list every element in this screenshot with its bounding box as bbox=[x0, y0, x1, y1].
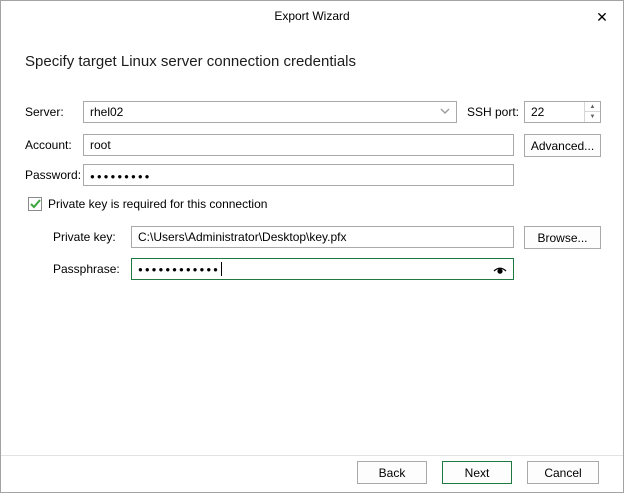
footer-divider bbox=[1, 455, 623, 456]
password-input[interactable] bbox=[83, 164, 514, 186]
ssh-port-spinner: ▲ ▼ bbox=[524, 101, 601, 123]
titlebar: Export Wizard ✕ bbox=[1, 1, 623, 31]
private-key-input[interactable] bbox=[131, 226, 514, 248]
cancel-button[interactable]: Cancel bbox=[527, 461, 599, 484]
export-wizard-dialog: Export Wizard ✕ Specify target Linux ser… bbox=[0, 0, 624, 493]
server-label: Server: bbox=[25, 105, 64, 119]
server-combobox[interactable]: rhel02 bbox=[83, 101, 457, 123]
reveal-password-eye-icon[interactable] bbox=[492, 262, 508, 278]
spinner-buttons: ▲ ▼ bbox=[584, 102, 600, 122]
private-key-label: Private key: bbox=[53, 230, 116, 244]
close-icon[interactable]: ✕ bbox=[591, 6, 613, 28]
passphrase-label: Passphrase: bbox=[53, 262, 120, 276]
spin-up-icon[interactable]: ▲ bbox=[585, 102, 600, 112]
window-title: Export Wizard bbox=[274, 9, 350, 23]
check-icon bbox=[29, 199, 41, 209]
next-button[interactable]: Next bbox=[442, 461, 512, 484]
ssh-port-label: SSH port: bbox=[467, 105, 520, 119]
page-title: Specify target Linux server connection c… bbox=[25, 53, 357, 70]
chevron-down-icon[interactable] bbox=[440, 107, 452, 118]
account-label: Account: bbox=[25, 138, 72, 152]
private-key-checkbox-label[interactable]: Private key is required for this connect… bbox=[48, 193, 267, 215]
passphrase-field[interactable]: ●●●●●●●●●●●● bbox=[131, 258, 514, 280]
browse-button[interactable]: Browse... bbox=[524, 226, 601, 249]
back-button[interactable]: Back bbox=[357, 461, 427, 484]
spin-down-icon[interactable]: ▼ bbox=[585, 112, 600, 122]
server-value: rhel02 bbox=[90, 105, 124, 119]
passphrase-value: ●●●●●●●●●●●● bbox=[138, 264, 220, 274]
account-input[interactable] bbox=[83, 134, 514, 156]
advanced-button[interactable]: Advanced... bbox=[524, 134, 601, 157]
private-key-checkbox[interactable] bbox=[28, 197, 42, 211]
text-caret bbox=[220, 262, 222, 276]
password-label: Password: bbox=[25, 168, 82, 182]
ssh-port-input[interactable] bbox=[525, 102, 584, 122]
